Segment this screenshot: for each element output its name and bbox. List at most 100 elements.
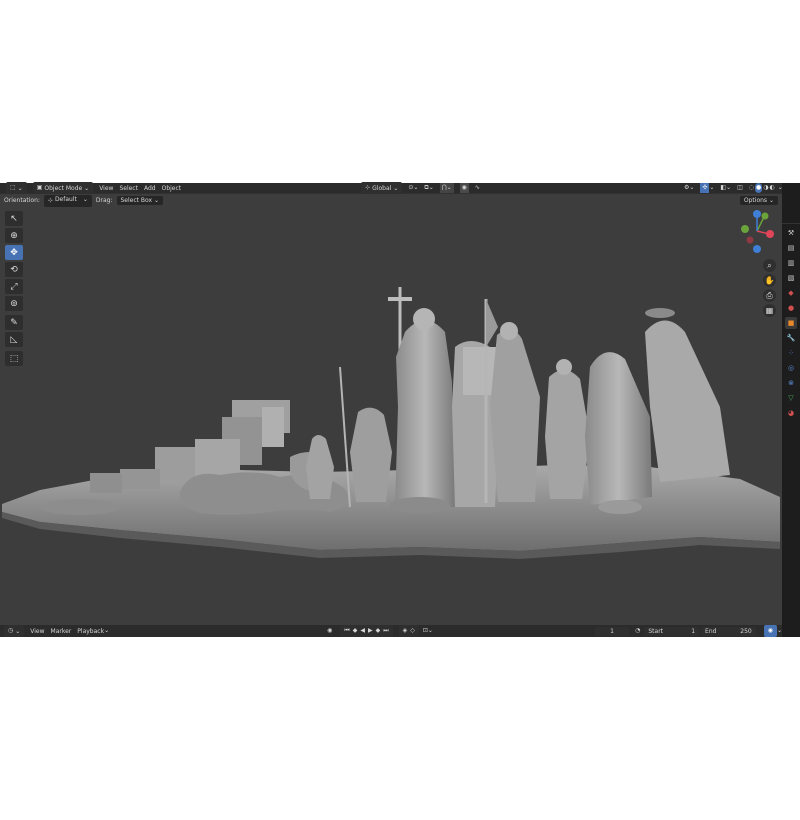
shading-buttons: ◌ ● ◑ ◐ [749,183,775,193]
pencil-icon: ✎ [10,317,18,328]
menu-object[interactable]: Object [162,185,182,192]
snapping-magnet-icon[interactable]: ⋂⌄ [439,183,454,193]
3d-viewport[interactable]: ↖ ⊕ ✥ ⟲ ⤢ ⊚ ✎ ◺ ⬚ ⌕ ✋ ⎙ ▦ [0,207,782,625]
gizmo-neg-x [741,225,749,233]
view-object-types-icon[interactable]: ⚙⌄ [684,183,694,193]
auto-keying-icon[interactable]: ◉ [327,626,332,636]
gizmo-neg-z [753,245,761,253]
xray-toggle-icon[interactable]: ◫ [737,183,743,193]
solid-shading-icon[interactable]: ● [755,183,763,193]
camera-button[interactable]: ⎙ [763,289,776,302]
viewport-editor-icon: ⬚ [10,184,16,191]
current-frame-field[interactable]: 1 [594,626,630,636]
material-icon: ◕ [787,409,795,417]
data-icon: ▽ [788,394,794,402]
jump-start-icon[interactable]: ⏮ [344,626,349,636]
grid-icon: ▦ [765,306,774,315]
pan-button[interactable]: ✋ [763,274,776,287]
physics-icon: ◎ [787,364,795,372]
jump-keyframe-forward-icon[interactable]: ◆ [376,626,381,636]
keying-set-icon[interactable]: ⊡⌄ [423,626,433,636]
cursor-tool[interactable]: ⊕ [5,228,23,243]
properties-header-strip [782,183,800,224]
menu-select[interactable]: Select [119,185,138,192]
add-cube-tool[interactable]: ⬚ [5,351,23,366]
transform-tool[interactable]: ⊚ [5,296,23,311]
options-dropdown[interactable]: Options ⌄ [739,196,778,205]
editor-type-button[interactable]: ⬚ ⌄ [6,182,27,194]
render-tab[interactable]: ▤ [785,242,797,254]
constraints-icon: ⊗ [788,379,794,387]
play-icon[interactable]: ▶ [368,626,373,636]
jump-keyframe-back-icon[interactable]: ◆ [353,626,358,636]
select-tool[interactable]: ↖ [5,211,23,226]
tool-tab[interactable]: ⚒ [785,227,797,239]
output-tab[interactable]: ▥ [785,257,797,269]
data-tab[interactable]: ▽ [785,392,797,404]
tool-settings-bar: Orientation: ⊹ Default ⌄ Drag: Select Box… [0,194,782,207]
object-mode-icon: ▣ [36,184,43,191]
ortho-toggle-button[interactable]: ▦ [763,304,776,317]
world-icon: ● [787,304,795,312]
measure-tool[interactable]: ◺ [5,332,23,347]
start-frame-field[interactable]: Start 1 [644,626,700,636]
play-reverse-icon[interactable]: ◀ [360,626,365,636]
rendered-shading-icon[interactable]: ◐ [770,183,775,193]
viewport-header: ⬚ ⌄ ▣ Object Mode ⌄ View Select Add Objec… [0,182,783,194]
particles-icon: ⁘ [788,349,794,357]
falloff-icon[interactable]: ∿ [475,183,480,193]
world-tab[interactable]: ● [785,302,797,314]
orientation-dropdown[interactable]: ⊹ Default ⌄ [43,194,92,207]
material-tab[interactable]: ◕ [785,407,797,419]
view-layer-icon: ▧ [787,274,795,282]
annotate-tool[interactable]: ✎ [5,315,23,330]
constraints-tab[interactable]: ⊗ [785,377,797,389]
transform-orientation-dropdown[interactable]: ⊹ Global ⌄ [361,182,403,194]
timeline-menu-playback[interactable]: Playback [77,628,104,635]
menu-view[interactable]: View [99,185,113,192]
rotate-icon: ⟲ [10,264,18,275]
proportional-edit-icon[interactable]: ◉ [459,183,469,193]
keyframe-buttons: ◈ ◇ [398,625,419,637]
end-frame-field[interactable]: End 250 [701,626,756,636]
object-tab[interactable]: ■ [785,317,797,329]
zoom-icon: ⌕ [767,260,772,270]
render-engine-button[interactable]: ◉ [763,625,777,637]
mode-dropdown[interactable]: ▣ Object Mode ⌄ [32,182,94,194]
snap-icon[interactable]: ⧉⌄ [424,183,433,193]
cube-add-icon: ⬚ [9,353,19,364]
material-shading-icon[interactable]: ◑ [763,183,768,193]
drag-label: Drag: [95,197,113,204]
jump-end-icon[interactable]: ⏭ [383,626,388,636]
rotate-tool[interactable]: ⟲ [5,262,23,277]
zoom-button[interactable]: ⌕ [763,259,776,272]
pivot-point-icon[interactable]: ⊙⌄ [408,183,418,193]
view-layer-tab[interactable]: ▧ [785,272,797,284]
physics-tab[interactable]: ◎ [785,362,797,374]
particles-tab[interactable]: ⁘ [785,347,797,359]
timeline-menu-marker[interactable]: Marker [51,628,72,635]
timeline-editor-type-button[interactable]: ◷ ⌄ [4,625,25,637]
ruler-icon: ◺ [10,334,18,345]
stopwatch-icon[interactable]: ◔ [635,626,640,636]
wireframe-shading-icon[interactable]: ◌ [749,183,754,193]
delete-keyframe-icon[interactable]: ◇ [410,626,415,636]
tool-icon: ⚒ [787,229,795,237]
scale-icon: ⤢ [10,281,18,292]
mode-label: Object Mode [44,184,83,192]
gizmo-toggle-icon[interactable]: ✣ [700,183,710,193]
navigation-gizmo[interactable] [736,209,778,255]
menu-add[interactable]: Add [144,185,156,192]
drag-dropdown[interactable]: Select Box ⌄ [116,196,164,205]
playback-controls: ⏮ ◆ ◀ ▶ ◆ ⏭ [340,625,393,637]
insert-keyframe-icon[interactable]: ◈ [403,626,408,636]
gizmo-y-axis [761,212,769,220]
modifier-tab[interactable]: 🔧 [785,332,797,344]
scale-tool[interactable]: ⤢ [5,279,23,294]
3d-cursor-icon: ⊕ [10,230,18,241]
move-arrows-icon: ✥ [10,247,18,258]
move-tool[interactable]: ✥ [5,245,23,260]
timeline-menu-view[interactable]: View [30,628,44,635]
orientation-icon: ⊹ [47,196,53,204]
scene-tab[interactable]: ◆ [785,287,797,299]
